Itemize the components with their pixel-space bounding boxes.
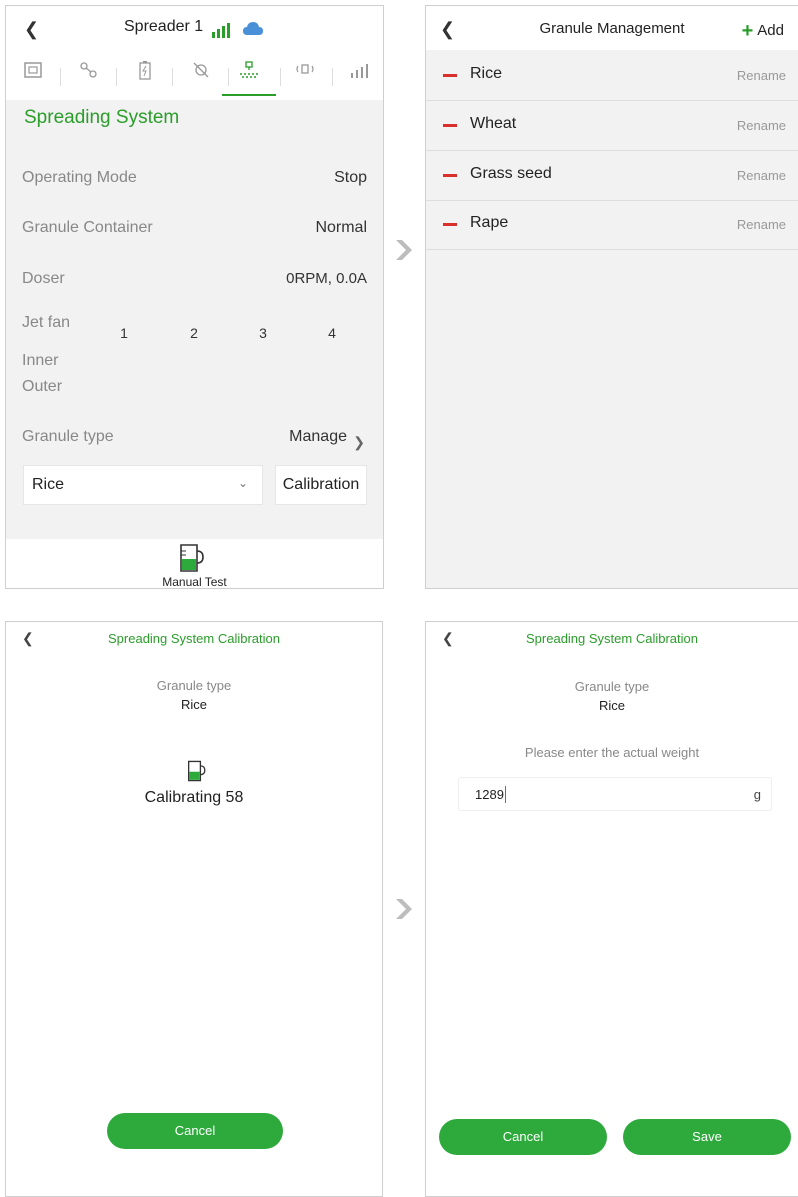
save-button[interactable]: Save [623, 1119, 791, 1155]
manage-link[interactable]: Manage [289, 428, 347, 446]
weight-prompt: Please enter the actual weight [524, 745, 700, 760]
motor-icon [80, 62, 97, 78]
granule-type-label: Granule type [22, 428, 114, 445]
weight-unit: g [753, 787, 761, 802]
tab-flight-controller[interactable] [6, 60, 60, 96]
chevron-right-icon[interactable]: ❯ [353, 434, 365, 451]
granule-type-label: Granule type [574, 679, 650, 694]
granule-name: Rape [470, 214, 509, 231]
rename-link[interactable]: Rename [737, 68, 786, 83]
cancel-button[interactable]: Cancel [439, 1119, 607, 1155]
header-bar: ❮ Granule Management + Add [426, 6, 798, 50]
back-icon[interactable]: ❮ [24, 19, 39, 40]
jet-fan-col-2: 2 [190, 325, 198, 341]
page-title: Spreading System Calibration [526, 631, 698, 646]
radar-icon [296, 64, 314, 74]
weight-input[interactable]: 1289 g [458, 777, 772, 811]
spreader-panel: ❮ Spreader 1 Spreading System Operating … [5, 5, 384, 589]
granule-list-item: Wheat Rename [426, 102, 798, 151]
manual-test-bar[interactable]: Manual Test [6, 539, 383, 589]
measuring-cup-icon [180, 544, 204, 572]
header-bar: ❮ Spreader 1 [6, 6, 383, 50]
plus-icon: + [741, 20, 754, 42]
doser-label: Doser [22, 270, 65, 287]
next-arrow-icon [396, 240, 412, 260]
weight-value: 1289 [475, 787, 504, 802]
tab-motor[interactable] [62, 60, 116, 96]
jet-fan-col-4: 4 [328, 325, 336, 341]
granule-management-panel: ❮ Granule Management + Add Rice Rename Wh… [425, 5, 798, 589]
signal-icon [212, 23, 230, 38]
tab-signal[interactable] [332, 60, 383, 96]
next-arrow-icon [396, 899, 412, 919]
tab-spreading-system[interactable] [222, 60, 276, 96]
cancel-button[interactable]: Cancel [107, 1113, 283, 1149]
spreader-icon [240, 61, 258, 78]
granule-container-value: Normal [315, 219, 367, 236]
granule-type-value: Rice [598, 698, 625, 713]
remove-icon[interactable] [443, 74, 457, 77]
rename-link[interactable]: Rename [737, 118, 786, 133]
operating-mode-value: Stop [334, 169, 367, 186]
remove-icon[interactable] [443, 223, 457, 226]
granule-list-item: Grass seed Rename [426, 152, 798, 201]
manual-test-label: Manual Test [162, 575, 227, 589]
granule-container-label: Granule Container [22, 219, 153, 236]
granule-type-select[interactable]: Rice ⌄ [23, 465, 263, 505]
add-button[interactable]: + Add [741, 18, 784, 42]
flight-controller-icon [24, 62, 42, 78]
jet-fan-label: Jet fan [22, 314, 71, 331]
battery-icon [139, 61, 151, 80]
page-title: Spreader 1 [124, 18, 204, 35]
calibration-weight-panel: ❮ Spreading System Calibration Granule t… [425, 621, 798, 1197]
granule-type-selected: Rice [32, 476, 65, 493]
section-title: Spreading System [24, 107, 180, 128]
calibration-status: Calibrating 58 [144, 789, 244, 806]
granule-name: Grass seed [470, 165, 552, 182]
page-title: Spreading System Calibration [108, 631, 280, 646]
remove-icon[interactable] [443, 174, 457, 177]
granule-name: Wheat [470, 115, 517, 132]
doser-value: 0RPM, 0.0A [286, 270, 367, 287]
calibration-button[interactable]: Calibration [275, 465, 367, 505]
add-label: Add [757, 22, 784, 39]
tab-battery[interactable] [118, 60, 172, 96]
jet-fan-col-1: 1 [120, 325, 128, 341]
rename-link[interactable]: Rename [737, 168, 786, 183]
chevron-down-icon: ⌄ [237, 476, 248, 490]
cloud-icon [243, 22, 263, 35]
measuring-cup-icon [188, 760, 206, 782]
calibration-progress-panel: ❮ Spreading System Calibration Granule t… [5, 621, 383, 1197]
granule-type-value: Rice [180, 697, 207, 712]
operating-mode-label: Operating Mode [22, 169, 137, 186]
tab-radar[interactable] [278, 60, 332, 96]
remove-icon[interactable] [443, 124, 457, 127]
rename-link[interactable]: Rename [737, 217, 786, 232]
granule-list-item: Rice Rename [426, 52, 798, 101]
jet-fan-col-3: 3 [259, 325, 267, 341]
jet-fan-inner-label: Inner [22, 352, 59, 369]
tab-bar [6, 50, 383, 100]
granule-list-item: Rape Rename [426, 201, 798, 250]
sensor-icon [193, 62, 209, 78]
granule-type-label: Granule type [156, 678, 232, 693]
text-caret [505, 786, 506, 803]
tab-sensor[interactable] [174, 60, 228, 96]
signal-strength-icon [351, 64, 368, 78]
granule-name: Rice [470, 65, 503, 82]
jet-fan-outer-label: Outer [22, 378, 63, 395]
